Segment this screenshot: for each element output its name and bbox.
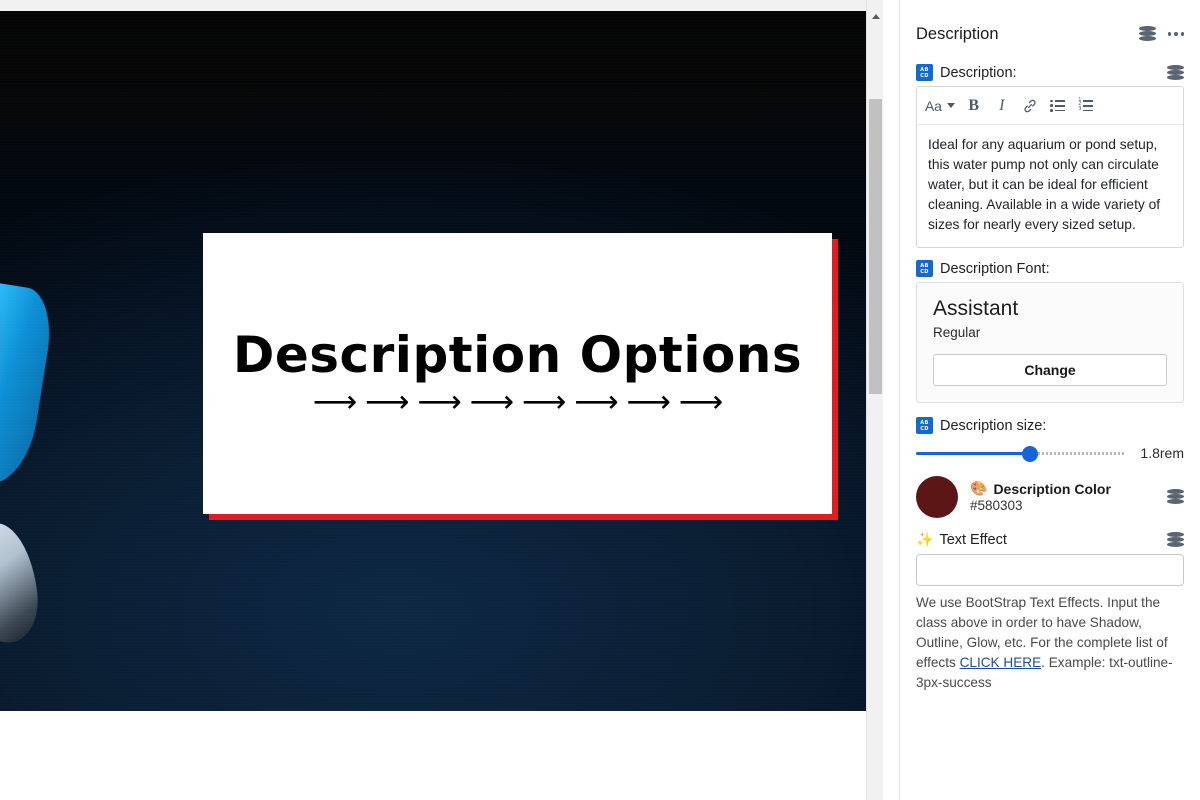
text-effect-label-row: ✨ Text Effect xyxy=(916,532,1184,548)
description-color-row: 🎨 Description Color #580303 xyxy=(916,476,1184,518)
card-arrows-row: ⟶ ⟶ ⟶ ⟶ ⟶ ⟶ ⟶ ⟶ xyxy=(312,384,724,421)
browser-top-strip xyxy=(0,0,866,11)
description-size-slider[interactable] xyxy=(916,444,1124,462)
product-image-accessory xyxy=(0,519,43,647)
description-size-slider-row: 1.8rem xyxy=(916,444,1184,462)
chevron-down-icon xyxy=(946,103,955,108)
font-name: Assistant xyxy=(933,297,1019,320)
description-color-swatch[interactable] xyxy=(916,476,958,518)
bold-button[interactable]: B xyxy=(961,92,987,120)
change-font-button[interactable]: Change xyxy=(933,354,1167,386)
rte-toolbar: Aa B I 1 2 3 xyxy=(917,87,1183,125)
text-effect-input[interactable] xyxy=(916,554,1184,586)
description-color-database-icon[interactable] xyxy=(1167,489,1184,505)
panel-title: Description xyxy=(916,24,999,43)
card-title: Description Options xyxy=(232,325,803,384)
page-white-area xyxy=(0,711,866,800)
description-color-hex: #580303 xyxy=(970,498,1023,513)
panel-header: Description xyxy=(916,0,1184,58)
numbered-list-button[interactable]: 1 2 3 xyxy=(1073,92,1099,120)
description-font-label: Description Font: xyxy=(940,260,1050,277)
hero-section: Description Options ⟶ ⟶ ⟶ ⟶ ⟶ ⟶ ⟶ ⟶ xyxy=(0,11,866,711)
description-database-icon[interactable] xyxy=(1167,64,1184,81)
slider-thumb[interactable] xyxy=(1022,446,1039,462)
description-color-texts: 🎨 Description Color #580303 xyxy=(970,481,1167,513)
description-size-value: 1.8rem xyxy=(1140,445,1184,461)
abcd-text-field-icon: AB CD xyxy=(916,417,933,434)
description-color-name: Description Color xyxy=(993,481,1111,497)
bullet-list-button[interactable] xyxy=(1045,92,1071,120)
app-root: Description Options ⟶ ⟶ ⟶ ⟶ ⟶ ⟶ ⟶ ⟶ Desc… xyxy=(0,0,1200,800)
panel-header-actions xyxy=(1138,26,1184,42)
database-stack-icon[interactable] xyxy=(1138,26,1156,42)
description-font-card: Assistant Regular Change xyxy=(916,282,1184,403)
font-size-label: Aa xyxy=(925,97,942,114)
font-size-dropdown[interactable]: Aa xyxy=(921,92,959,120)
sparkles-icon: ✨ xyxy=(916,532,934,548)
hero-dark-overlay xyxy=(0,11,866,181)
description-preview-card[interactable]: Description Options ⟶ ⟶ ⟶ ⟶ ⟶ ⟶ ⟶ ⟶ xyxy=(203,233,832,514)
more-options-icon[interactable] xyxy=(1167,26,1184,42)
text-effect-database-icon[interactable] xyxy=(1167,532,1184,548)
text-effect-label: Text Effect xyxy=(939,532,1007,548)
abcd-text-field-icon: AB CD xyxy=(916,260,933,277)
panel-gutter xyxy=(883,0,900,800)
slider-remaining-track xyxy=(1030,452,1124,455)
slider-filled-track xyxy=(916,451,1031,455)
description-label-row: AB CD Description: xyxy=(916,64,1184,81)
scrollbar-thumb[interactable] xyxy=(869,99,882,394)
vertical-scrollbar[interactable] xyxy=(866,0,883,800)
palette-icon: 🎨 xyxy=(970,481,988,497)
description-label: Description: xyxy=(940,64,1017,81)
font-style: Regular xyxy=(933,325,981,340)
link-icon[interactable] xyxy=(1017,92,1043,120)
description-rich-text-editor[interactable]: Aa B I 1 2 3 Ideal for any aquarium or p… xyxy=(916,86,1184,248)
description-font-label-row: AB CD Description Font: xyxy=(916,260,1184,277)
click-here-link[interactable]: CLICK HERE xyxy=(960,655,1042,670)
product-image-blade xyxy=(0,276,58,490)
description-size-label-row: AB CD Description size: xyxy=(916,417,1184,434)
properties-panel: Description AB CD Description: Aa B I 1 … xyxy=(900,0,1200,800)
text-effect-help-text: We use BootStrap Text Effects. Input the… xyxy=(916,593,1184,693)
preview-canvas[interactable]: Description Options ⟶ ⟶ ⟶ ⟶ ⟶ ⟶ ⟶ ⟶ xyxy=(0,0,866,800)
description-size-label: Description size: xyxy=(940,417,1047,434)
description-textarea[interactable]: Ideal for any aquarium or pond setup, th… xyxy=(917,125,1183,247)
abcd-text-field-icon: AB CD xyxy=(916,64,933,81)
italic-button[interactable]: I xyxy=(989,92,1015,120)
scroll-up-arrow-icon[interactable] xyxy=(867,8,884,25)
